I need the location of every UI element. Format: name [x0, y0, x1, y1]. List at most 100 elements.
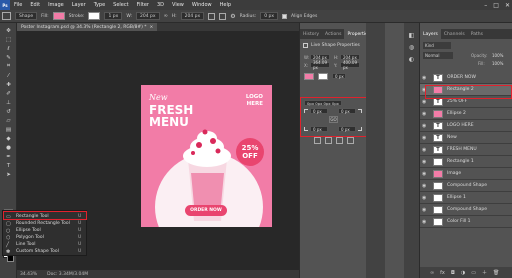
subtract-shape-icon[interactable] — [325, 137, 332, 144]
link-icon[interactable]: ∞ — [164, 13, 168, 19]
flyout-custom-shape-tool[interactable]: ✽ Custom Shape Tool U — [3, 248, 88, 255]
layer-row[interactable]: ◉ Rectangle 1 — [420, 156, 512, 168]
menu-layer[interactable]: Layer — [68, 2, 90, 8]
zoom-level[interactable]: 34.43% — [20, 272, 37, 277]
shape-fill-swatch[interactable] — [304, 73, 314, 80]
fx-icon[interactable]: fx — [440, 270, 445, 276]
visibility-eye-icon[interactable]: ◉ — [422, 147, 429, 153]
visibility-eye-icon[interactable]: ◉ — [422, 159, 429, 165]
visibility-eye-icon[interactable]: ◉ — [422, 123, 429, 129]
visibility-eye-icon[interactable]: ◉ — [422, 99, 429, 105]
tab-history[interactable]: History — [300, 29, 322, 39]
tab-actions[interactable]: Actions — [322, 29, 344, 39]
menu-view[interactable]: View — [168, 2, 188, 8]
gradient-tool-icon[interactable]: ▤ — [4, 126, 13, 133]
width-field[interactable]: 204 px — [136, 12, 160, 20]
layer-row[interactable]: ◉ T FRESH MENU — [420, 144, 512, 156]
fill-swatch[interactable] — [52, 12, 65, 20]
stroke-size-field[interactable]: 1 px — [104, 12, 123, 20]
pen-tool-icon[interactable]: ✒ — [4, 153, 13, 160]
crop-tool-icon[interactable]: ⌗ — [4, 63, 13, 70]
maximize-icon[interactable]: □ — [493, 2, 499, 9]
layers-panel-icon[interactable]: ◧ — [407, 31, 416, 40]
layer-row[interactable]: ◉ Ellipse 2 — [420, 108, 512, 120]
radius-field[interactable]: 0 px — [260, 12, 279, 20]
path-ops-icon[interactable] — [208, 12, 216, 20]
visibility-eye-icon[interactable]: ◉ — [422, 207, 429, 213]
menu-file[interactable]: File — [10, 2, 26, 8]
visibility-eye-icon[interactable]: ◉ — [422, 219, 429, 225]
background-color-swatch[interactable] — [7, 255, 14, 262]
history-brush-tool-icon[interactable]: ↺ — [4, 108, 13, 115]
layer-row[interactable]: ◉ Image — [420, 168, 512, 180]
visibility-eye-icon[interactable]: ◉ — [422, 111, 429, 117]
visibility-eye-icon[interactable]: ◉ — [422, 183, 429, 189]
align-edges-checkbox[interactable] — [282, 13, 288, 19]
shape-stroke-width-field[interactable]: 0 px — [332, 73, 346, 79]
blend-mode-select[interactable]: Normal — [423, 52, 453, 59]
flyout-polygon-tool[interactable]: ⬡ Polygon Tool U — [3, 234, 88, 241]
dodge-tool-icon[interactable]: ● — [4, 144, 13, 151]
document-tab[interactable]: Poster Instagram.psd @ 34.3% (Rectangle … — [17, 23, 158, 31]
close-icon[interactable]: ✕ — [505, 2, 510, 9]
layer-row[interactable]: ◉ T LOGO HERE — [420, 120, 512, 132]
type-tool-icon[interactable]: T — [4, 162, 13, 169]
minimize-icon[interactable]: – — [484, 2, 487, 9]
stroke-swatch[interactable] — [88, 12, 101, 20]
channels-panel-icon[interactable]: ◍ — [407, 43, 416, 52]
layer-row[interactable]: ◉ T ORDER NOW — [420, 72, 512, 84]
group-folder-icon[interactable]: ▭ — [471, 270, 476, 276]
visibility-eye-icon[interactable]: ◉ — [422, 75, 429, 81]
tab-paths[interactable]: Paths — [468, 29, 486, 39]
layer-row[interactable]: ◉ Ellipse 1 — [420, 192, 512, 204]
menu-edit[interactable]: Edit — [26, 2, 44, 8]
menu-filter[interactable]: Filter — [133, 2, 153, 8]
shape-mode-select[interactable]: Shape — [15, 12, 38, 20]
intersect-shape-icon[interactable] — [336, 137, 343, 144]
eyedropper-tool-icon[interactable]: ⁄ — [4, 72, 13, 79]
visibility-eye-icon[interactable]: ◉ — [422, 135, 429, 141]
blur-tool-icon[interactable]: ◆ — [4, 135, 13, 142]
fill-value[interactable]: 100% — [492, 60, 503, 67]
settings-gear-icon[interactable]: ⚙ — [230, 13, 235, 20]
path-align-icon[interactable] — [219, 12, 227, 20]
close-tab-icon[interactable]: × — [150, 25, 154, 30]
kind-filter[interactable]: Kind — [423, 42, 451, 49]
tab-channels[interactable]: Channels — [441, 29, 468, 39]
shape-stroke-swatch[interactable] — [318, 73, 328, 80]
trash-icon[interactable]: 🗑 — [493, 270, 499, 276]
adjustment-layer-icon[interactable]: ◑ — [461, 270, 465, 276]
menu-3d[interactable]: 3D — [153, 2, 168, 8]
tab-layers[interactable]: Layers — [420, 29, 441, 39]
layer-row[interactable]: ◉ Compound Shape — [420, 180, 512, 192]
marquee-tool-icon[interactable]: ⬚ — [4, 36, 13, 43]
eraser-tool-icon[interactable]: ▱ — [4, 117, 13, 124]
shape-x-field[interactable]: 364.09 px — [310, 60, 330, 70]
menu-type[interactable]: Type — [90, 2, 109, 8]
quick-select-tool-icon[interactable]: ✎ — [4, 54, 13, 61]
mask-icon[interactable]: ◘ — [451, 270, 455, 276]
shape-y-field[interactable]: 400.09 px — [340, 60, 360, 70]
visibility-eye-icon[interactable]: ◉ — [422, 171, 429, 177]
combine-shapes-icon[interactable] — [314, 137, 321, 144]
brush-tool-icon[interactable]: ✐ — [4, 90, 13, 97]
menu-window[interactable]: Window — [188, 2, 216, 8]
flyout-rounded-rectangle-tool[interactable]: ▢ Rounded Rectangle Tool U — [3, 220, 88, 227]
move-tool-icon[interactable]: ✥ — [4, 27, 13, 34]
new-layer-icon[interactable]: ＋ — [482, 269, 487, 276]
lasso-tool-icon[interactable]: ℓ — [4, 45, 13, 52]
menu-help[interactable]: Help — [216, 2, 235, 8]
menu-select[interactable]: Select — [109, 2, 132, 8]
flyout-line-tool[interactable]: ╱ Line Tool U — [3, 241, 88, 248]
shape-tool-icon[interactable] — [2, 12, 11, 20]
link-layers-icon[interactable]: ∞ — [430, 270, 434, 276]
height-field[interactable]: 204 px — [180, 12, 205, 20]
layer-row[interactable]: ◉ Compound Shape — [420, 204, 512, 216]
exclude-shape-icon[interactable] — [347, 137, 354, 144]
path-select-tool-icon[interactable]: ➤ — [4, 171, 13, 178]
stamp-tool-icon[interactable]: ⊥ — [4, 99, 13, 106]
layer-row[interactable]: ◉ Color Fill 1 — [420, 216, 512, 228]
flyout-ellipse-tool[interactable]: ○ Ellipse Tool U — [3, 227, 88, 234]
layer-row[interactable]: ◉ T New — [420, 132, 512, 144]
healing-tool-icon[interactable]: ✚ — [4, 81, 13, 88]
